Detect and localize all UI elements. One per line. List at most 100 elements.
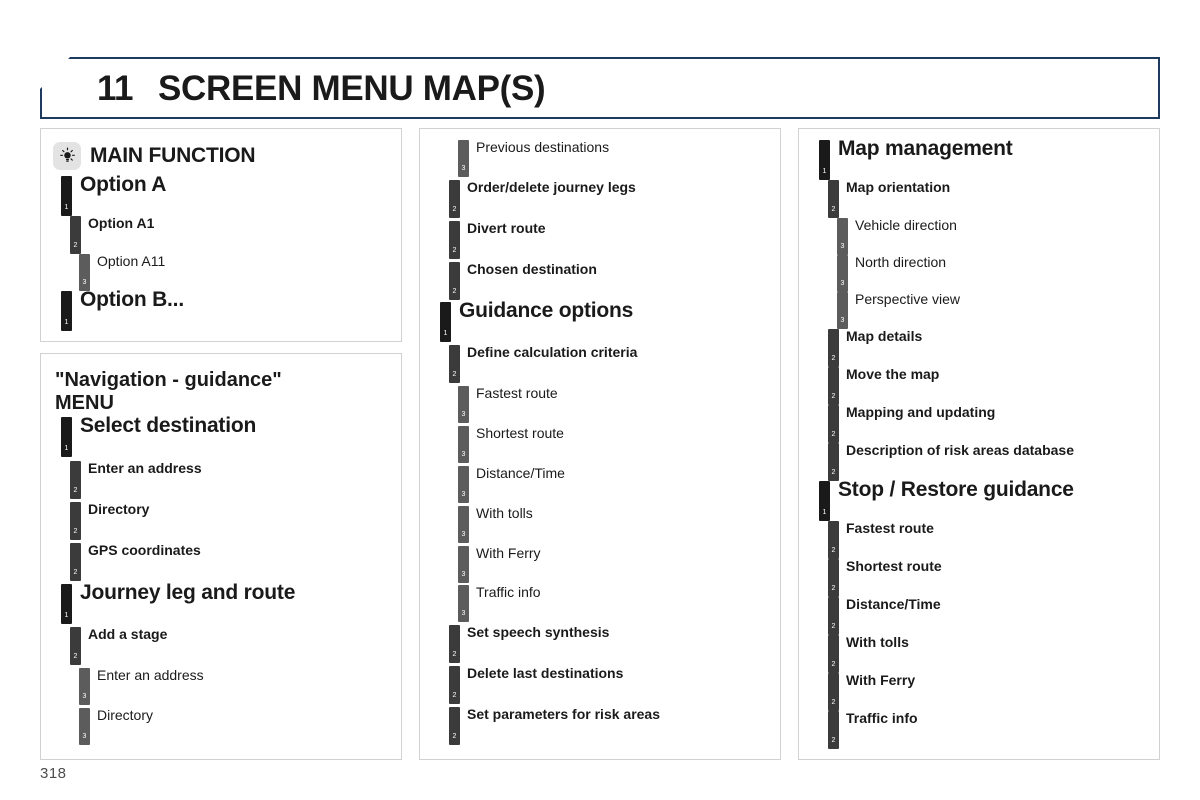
menu-item-label: GPS coordinates <box>88 541 201 558</box>
menu-item-level-2[interactable]: 2 With Ferry <box>809 673 1149 711</box>
level-indicator-bar: 3 <box>837 255 848 292</box>
panel-navigation-guidance-menu: "Navigation - guidance" MENU 1 Select dest… <box>40 353 402 760</box>
menu-item-level-3[interactable]: 3 Shortest route <box>430 426 770 464</box>
menu-item-level-2[interactable]: 2 Delete last destinations <box>430 666 770 705</box>
menu-item-level-2[interactable]: 2 Directory <box>51 501 391 540</box>
level-indicator-bar: 2 <box>449 220 460 259</box>
panel-heading-label: MAIN FUNCTION <box>90 144 256 167</box>
menu-item-level-1[interactable]: 1 Option A <box>51 173 391 216</box>
light-bulb-icon <box>53 142 81 170</box>
menu-tree: 1 Select destination 2 Enter an address 2 Dir… <box>51 414 391 746</box>
menu-item-level-3[interactable]: 3 Enter an address <box>51 668 391 706</box>
menu-item-level-2[interactable]: 2 With tolls <box>809 635 1149 673</box>
menu-item-level-3[interactable]: 3 Distance/Time <box>430 466 770 503</box>
level-indicator-number: 2 <box>831 661 836 668</box>
menu-item-label: Mapping and updating <box>846 404 996 420</box>
menu-item-label: Set parameters for risk areas <box>467 706 660 723</box>
menu-item-level-1[interactable]: 1 Option B... <box>51 288 391 331</box>
menu-item-label: Directory <box>97 707 154 724</box>
menu-item-level-2[interactable]: 2 Shortest route <box>809 559 1149 597</box>
level-indicator-number: 2 <box>831 355 836 362</box>
menu-item-level-1[interactable]: 1 Guidance options <box>430 300 770 343</box>
menu-item-level-1[interactable]: 1 Select destination <box>51 414 391 458</box>
menu-item-label: Journey leg and route <box>80 580 296 604</box>
level-indicator-bar: 3 <box>79 708 90 746</box>
level-indicator-number: 1 <box>822 168 827 175</box>
menu-item-label: North direction <box>855 254 947 270</box>
menu-item-level-3[interactable]: 3 With Ferry <box>430 544 770 583</box>
menu-item-level-3[interactable]: 3 Fastest route <box>430 386 770 424</box>
menu-item-level-2[interactable]: 2 Add a stage <box>51 627 391 665</box>
panel-guidance-continued: 3 Previous destinations 2 Order/delete jour… <box>419 128 781 760</box>
level-indicator-bar: 2 <box>828 443 839 481</box>
menu-item-level-2[interactable]: 2 Distance/Time <box>809 597 1149 635</box>
menu-tree: 1 Option A 2 Option A1 3 Option A11 1 Option B.… <box>51 173 391 331</box>
menu-item-label: Previous destinations <box>476 139 610 155</box>
chapter-number: 11 <box>97 68 134 108</box>
menu-item-label: Option A11 <box>97 253 166 269</box>
level-indicator-number: 3 <box>840 243 845 250</box>
menu-item-level-2[interactable]: 2 Set parameters for risk areas <box>430 706 770 746</box>
menu-item-level-3[interactable]: 3 Directory <box>51 707 391 746</box>
menu-item-level-2[interactable]: 2 Divert route <box>430 221 770 259</box>
level-indicator-number: 2 <box>452 246 457 254</box>
level-indicator-bar: 3 <box>458 585 469 623</box>
level-indicator-bar: 3 <box>837 218 848 255</box>
menu-item-level-2[interactable]: 2 Description of risk areas database <box>809 443 1149 481</box>
menu-item-label: With Ferry <box>476 544 541 561</box>
menu-item-label: Traffic info <box>846 710 918 726</box>
menu-item-label: Order/delete journey legs <box>467 178 636 195</box>
menu-item-label: Perspective view <box>855 291 961 307</box>
menu-column-1: MAIN FUNCTION 1 Option A 2 Option A1 3 Option … <box>40 128 402 760</box>
menu-item-label: With Ferry <box>846 672 916 688</box>
menu-item-level-2[interactable]: 2 GPS coordinates <box>51 543 391 581</box>
menu-item-label: Set speech synthesis <box>467 624 610 641</box>
menu-item-level-2[interactable]: 2 Enter an address <box>51 460 391 499</box>
menu-item-label: Map details <box>846 328 923 344</box>
menu-item-level-1[interactable]: 1 Journey leg and route <box>51 580 391 624</box>
level-indicator-bar: 3 <box>79 668 90 706</box>
menu-item-level-3[interactable]: 3 Option A11 <box>51 254 391 291</box>
level-indicator-bar: 3 <box>458 426 469 464</box>
menu-item-level-2[interactable]: 2 Chosen destination <box>430 261 770 300</box>
menu-item-level-2[interactable]: 2 Mapping and updating <box>809 405 1149 443</box>
menu-item-level-2[interactable]: 2 Fastest route <box>809 521 1149 559</box>
menu-item-level-3[interactable]: 3 Perspective view <box>809 292 1149 329</box>
menu-item-level-2[interactable]: 2 Option A1 <box>51 216 391 254</box>
level-indicator-bar: 3 <box>458 505 469 543</box>
panel-title: "Navigation - guidance" MENU <box>55 369 282 415</box>
level-indicator-bar: 2 <box>828 521 839 559</box>
level-indicator-number: 1 <box>443 330 448 338</box>
menu-item-level-2[interactable]: 2 Define calculation criteria <box>430 345 770 384</box>
menu-item-label: Move the map <box>846 366 940 382</box>
menu-item-label: Select destination <box>80 414 257 438</box>
menu-item-level-2[interactable]: 2 Traffic info <box>809 711 1149 749</box>
menu-item-label: Map management <box>838 137 1013 160</box>
level-indicator-number: 2 <box>831 623 836 630</box>
menu-item-level-2[interactable]: 2 Set speech synthesis <box>430 624 770 664</box>
menu-item-level-2[interactable]: 2 Map orientation <box>809 180 1149 218</box>
level-indicator-bar: 3 <box>79 254 90 291</box>
menu-item-level-3[interactable]: 3 Vehicle direction <box>809 218 1149 255</box>
level-indicator-bar: 2 <box>70 501 81 540</box>
level-indicator-bar: 1 <box>61 291 72 331</box>
menu-item-level-3[interactable]: 3 With tolls <box>430 506 770 543</box>
menu-item-level-3[interactable]: 3 North direction <box>809 255 1149 292</box>
menu-item-level-2[interactable]: 2 Map details <box>809 329 1149 367</box>
level-indicator-number: 3 <box>840 280 845 287</box>
menu-item-label: Vehicle direction <box>855 217 957 233</box>
menu-item-level-3[interactable]: 3 Traffic info <box>430 585 770 623</box>
level-indicator-number: 1 <box>64 445 69 453</box>
menu-item-level-2[interactable]: 2 Move the map <box>809 367 1149 405</box>
level-indicator-number: 2 <box>831 206 836 213</box>
level-indicator-number: 3 <box>461 570 466 578</box>
level-indicator-bar: 1 <box>819 140 830 180</box>
menu-item-level-1[interactable]: 1 Map management <box>809 137 1149 180</box>
menu-item-level-3[interactable]: 3 Previous destinations <box>430 140 770 177</box>
menu-item-level-1[interactable]: 1 Stop / Restore guidance <box>809 478 1149 521</box>
level-indicator-bar: 2 <box>828 559 839 597</box>
level-indicator-number: 3 <box>82 279 87 286</box>
level-indicator-number: 1 <box>64 611 69 619</box>
level-indicator-bar: 2 <box>449 179 460 218</box>
menu-item-level-2[interactable]: 2 Order/delete journey legs <box>430 180 770 218</box>
